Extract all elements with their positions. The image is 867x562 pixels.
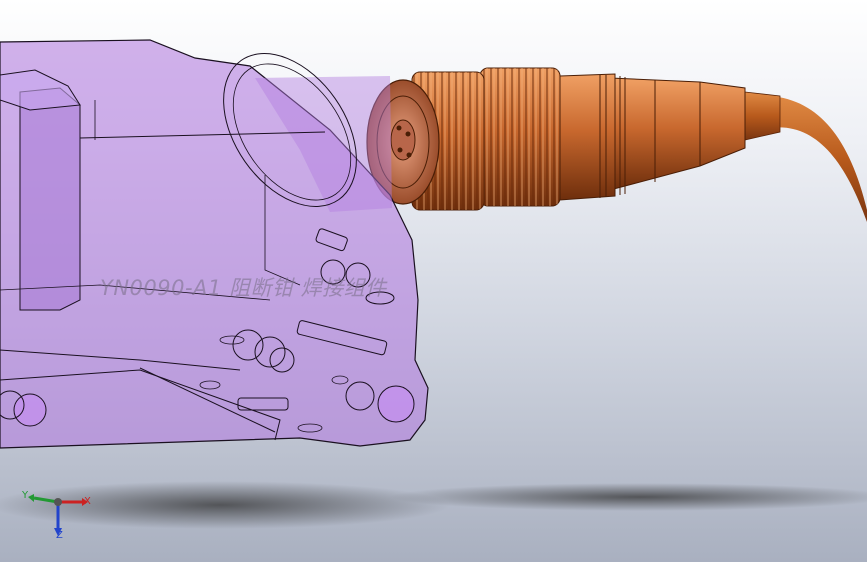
watermark-text: YN0090-A1 阻断钳 焊接组件 bbox=[100, 276, 387, 300]
x-axis-label: X bbox=[84, 496, 91, 507]
axis-triad: X Y Z bbox=[18, 484, 98, 544]
floor-shadow-cable bbox=[390, 483, 867, 511]
cable bbox=[770, 96, 867, 222]
cad-viewport[interactable]: YN0090-A1 阻断钳 焊接组件 X Y Z bbox=[0, 0, 867, 562]
connector-body bbox=[609, 77, 746, 191]
z-axis-label: Z bbox=[56, 530, 63, 541]
y-axis-label: Y bbox=[22, 490, 29, 501]
